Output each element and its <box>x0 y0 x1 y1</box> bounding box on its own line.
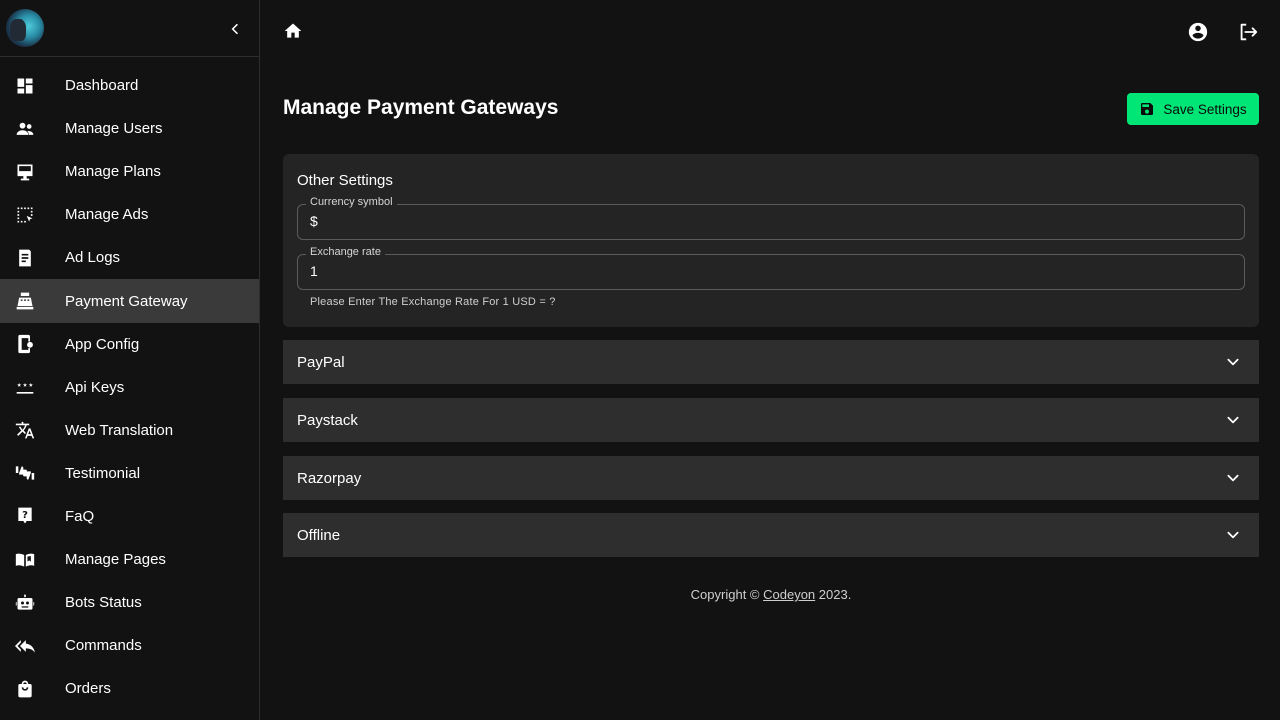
sidebar-item-label: Manage Plans <box>65 163 161 181</box>
footer: Copyright © Codeyon 2023. <box>283 587 1259 602</box>
accordion-label: Paystack <box>297 411 358 429</box>
question-icon: ? <box>15 506 35 526</box>
sidebar-header <box>0 0 259 57</box>
sidebar-item-manage-ads[interactable]: Manage Ads <box>0 193 259 236</box>
accordion-label: PayPal <box>297 353 345 371</box>
sidebar-item-label: Testimonial <box>65 464 141 482</box>
chevron-down-icon <box>1227 358 1239 366</box>
collapse-sidebar-button[interactable] <box>224 18 246 40</box>
dashboard-icon <box>15 76 35 96</box>
sidebar-item-testimonial[interactable]: Testimonial <box>0 452 259 495</box>
exchange-rate-field: Exchange rate <box>297 246 1245 290</box>
chevron-down-icon <box>1227 416 1239 424</box>
sidebar-item-label: FaQ <box>65 507 95 525</box>
accordion-label: Razorpay <box>297 469 362 487</box>
accordion-paystack[interactable]: Paystack <box>283 398 1259 442</box>
sidebar-item-ad-logs[interactable]: Ad Logs <box>0 236 259 279</box>
sidebar-item-payment-gateway[interactable]: Payment Gateway <box>0 279 259 323</box>
sidebar-item-label: App Config <box>65 335 140 353</box>
chevron-down-icon <box>1227 474 1239 482</box>
save-settings-label: Save Settings <box>1163 101 1247 117</box>
sidebar-item-app-config[interactable]: App Config <box>0 323 259 366</box>
sidebar-item-label: Bots Status <box>65 594 142 612</box>
sidebar-nav: Dashboard Manage Users Manage Plans Mana… <box>0 57 259 710</box>
accordion-offline[interactable]: Offline <box>283 513 1259 557</box>
copyright-prefix: Copyright © <box>690 587 764 602</box>
cash-register-icon <box>15 291 35 311</box>
avatar[interactable] <box>6 9 44 47</box>
copyright-suffix: 2023. <box>815 587 852 602</box>
book-icon <box>15 550 35 570</box>
exchange-rate-label: Exchange rate <box>306 246 385 258</box>
sidebar-item-label: Manage Ads <box>65 206 149 224</box>
card-title: Other Settings <box>297 172 393 189</box>
save-settings-button[interactable]: Save Settings <box>1127 93 1259 125</box>
accordion-razorpay[interactable]: Razorpay <box>283 456 1259 500</box>
sidebar-item-label: Payment Gateway <box>65 292 188 310</box>
plans-icon <box>15 162 35 182</box>
account-button[interactable] <box>1187 21 1209 43</box>
sidebar-item-commands[interactable]: Commands <box>0 624 259 667</box>
ads-icon <box>15 205 35 225</box>
sidebar-item-label: Ad Logs <box>65 249 121 267</box>
home-button[interactable] <box>283 21 303 41</box>
currency-symbol-field: Currency symbol <box>297 196 1245 240</box>
sidebar-item-bots-status[interactable]: Bots Status <box>0 581 259 624</box>
codeyon-link[interactable]: Codeyon <box>763 587 815 602</box>
logs-icon <box>15 248 35 268</box>
reply-all-icon <box>15 636 35 656</box>
currency-symbol-input[interactable] <box>310 213 1210 229</box>
accordion-label: Offline <box>297 526 341 544</box>
accordion-paypal[interactable]: PayPal <box>283 340 1259 384</box>
sidebar-item-orders[interactable]: Orders <box>0 667 259 710</box>
currency-symbol-label: Currency symbol <box>306 196 397 208</box>
sidebar-item-web-translation[interactable]: Web Translation <box>0 409 259 452</box>
exchange-rate-input[interactable] <box>310 263 1210 279</box>
account-circle-icon <box>1188 22 1208 42</box>
bot-icon <box>15 593 35 613</box>
sidebar-item-manage-pages[interactable]: Manage Pages <box>0 538 259 581</box>
sidebar-item-label: Api Keys <box>65 378 125 396</box>
sidebar: Dashboard Manage Users Manage Plans Mana… <box>0 0 260 720</box>
sidebar-item-label: Dashboard <box>65 77 139 95</box>
sidebar-item-manage-plans[interactable]: Manage Plans <box>0 150 259 193</box>
sidebar-item-label: Manage Users <box>65 120 163 138</box>
exchange-rate-helper: Please Enter The Exchange Rate For 1 USD… <box>310 296 556 308</box>
logout-button[interactable] <box>1237 21 1259 43</box>
save-icon <box>1141 103 1154 115</box>
home-icon <box>284 23 302 38</box>
sidebar-item-dashboard[interactable]: Dashboard <box>0 64 259 107</box>
other-settings-card: Other Settings Currency symbol Exchange … <box>283 154 1259 327</box>
thumbs-icon <box>15 463 35 483</box>
users-icon <box>15 119 35 139</box>
sidebar-item-manage-users[interactable]: Manage Users <box>0 107 259 150</box>
page-title: Manage Payment Gateways <box>283 96 559 119</box>
svg-text:?: ? <box>22 511 28 522</box>
sidebar-item-label: Web Translation <box>65 421 174 439</box>
chevron-left-icon <box>231 23 238 35</box>
sidebar-item-api-keys[interactable]: Api Keys <box>0 366 259 409</box>
sidebar-item-label: Commands <box>65 637 142 655</box>
translate-icon <box>15 420 35 440</box>
app-config-icon <box>15 334 35 354</box>
sidebar-item-label: Manage Pages <box>65 551 166 569</box>
shopping-bag-icon <box>15 679 35 699</box>
sidebar-item-faq[interactable]: ? FaQ <box>0 495 259 538</box>
api-keys-icon <box>15 377 35 397</box>
sidebar-item-label: Orders <box>65 680 111 698</box>
chevron-down-icon <box>1227 531 1239 539</box>
logout-icon <box>1240 23 1258 41</box>
